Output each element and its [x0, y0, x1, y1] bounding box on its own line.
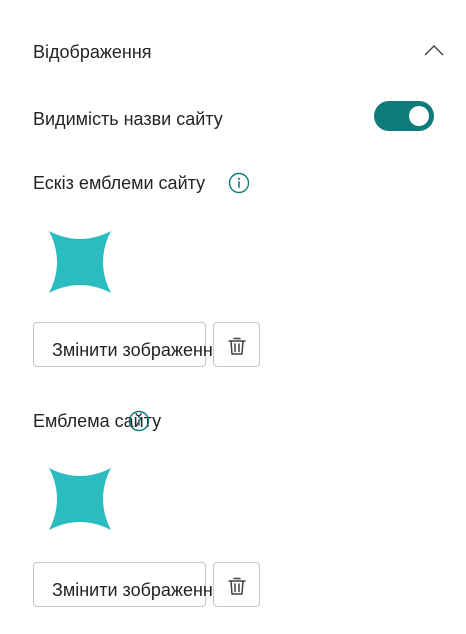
delete-logo-button[interactable]: [213, 562, 260, 607]
trash-icon: [228, 577, 246, 595]
thumbnail-label: Ескіз емблеми сайту: [33, 173, 206, 193]
change-logo-button[interactable]: Змінити зображення: [33, 562, 223, 607]
site-name-visibility-label: Видимість назви сайту: [33, 109, 223, 129]
logo-info-icon[interactable]: [128, 410, 150, 432]
chevron-up-icon: [424, 45, 444, 56]
section-title: Відображення: [33, 42, 152, 62]
trash-icon: [228, 337, 246, 355]
change-thumbnail-button-label: Змінити зображення: [52, 340, 223, 360]
toggle-knob: [409, 106, 429, 126]
collapse-section-button[interactable]: [420, 38, 448, 62]
change-thumbnail-button[interactable]: Змінити зображення: [33, 322, 223, 367]
site-name-visibility-toggle[interactable]: [374, 101, 434, 131]
logo-preview-four-point-star-icon: [49, 468, 111, 530]
thumbnail-info-icon[interactable]: [228, 172, 250, 194]
thumbnail-preview-four-point-star-icon: [49, 231, 111, 293]
display-settings-panel: Відображення Видимість назви сайту Ескіз…: [0, 0, 466, 634]
change-logo-button-label: Змінити зображення: [52, 580, 223, 600]
delete-thumbnail-button[interactable]: [213, 322, 260, 367]
